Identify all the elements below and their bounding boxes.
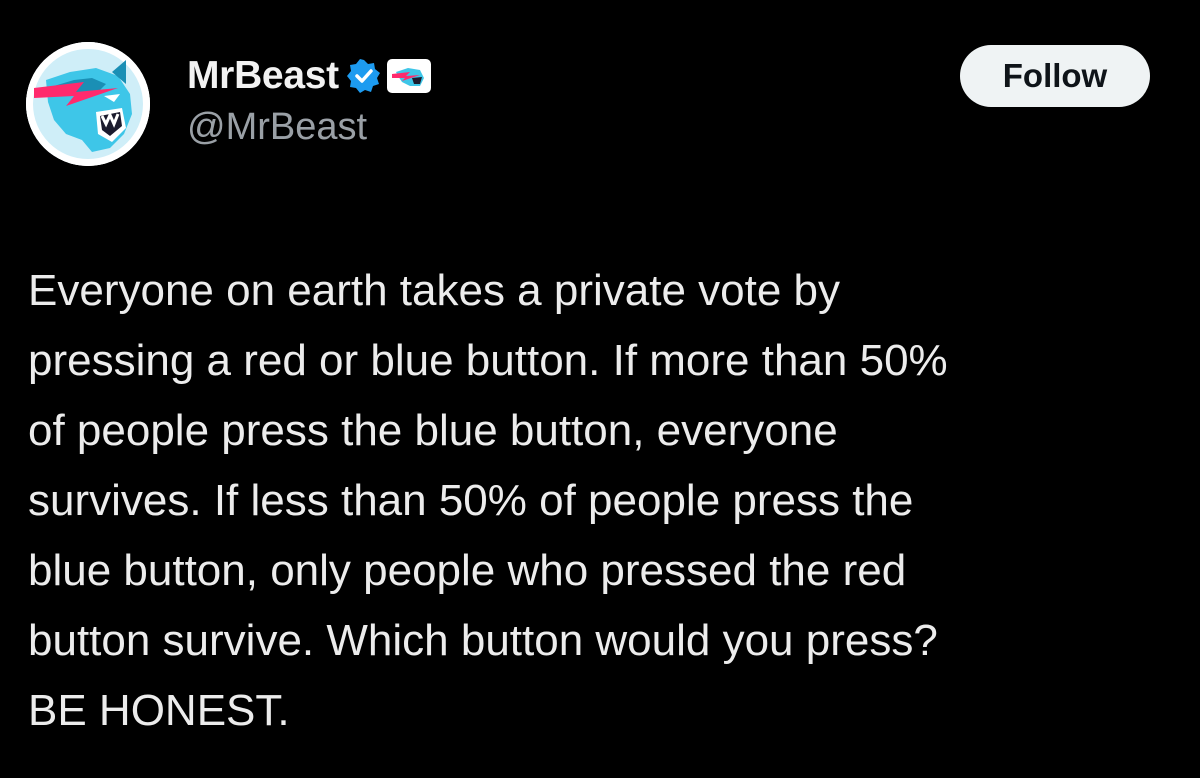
author-handle[interactable]: @MrBeast xyxy=(187,106,431,149)
avatar[interactable] xyxy=(26,42,150,166)
panther-logo-icon xyxy=(26,42,150,166)
name-row: MrBeast xyxy=(187,52,431,100)
verified-badge-icon[interactable] xyxy=(346,59,381,93)
panther-affiliate-badge-icon[interactable] xyxy=(386,59,431,93)
follow-button[interactable]: Follow xyxy=(960,45,1150,107)
tweet-card: MrBeast @MrBeast Follow Everyone on eart… xyxy=(0,0,1200,778)
display-name[interactable]: MrBeast xyxy=(187,54,339,98)
tweet-text: Everyone on earth takes a private vote b… xyxy=(28,266,948,735)
author-block: MrBeast @MrBeast xyxy=(187,52,431,149)
